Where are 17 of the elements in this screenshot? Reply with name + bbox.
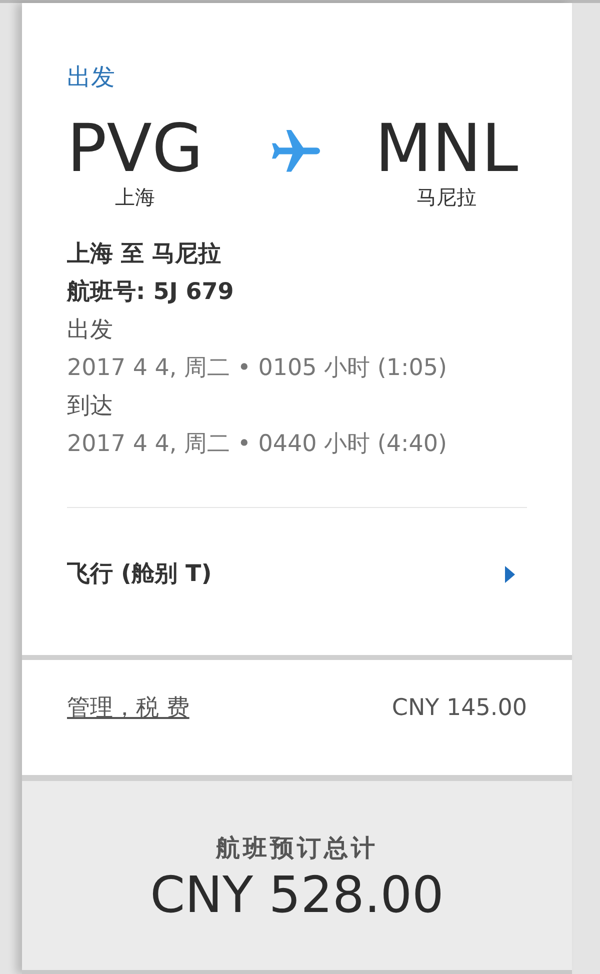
flight-details-toggle[interactable]: 飞行 (舱别 T) — [67, 555, 527, 593]
time-label: 出发 — [67, 316, 113, 345]
datetime-text: 2017 4 4, 周二 • 0105 小时 (1:05) — [67, 354, 447, 383]
fee-amount: CNY 145.00 — [392, 694, 527, 723]
total-label: 航班预订总计 — [216, 833, 378, 864]
city-name: 马尼拉 — [416, 185, 477, 209]
city-name: 上海 — [115, 185, 156, 209]
total-amount: CNY 528.00 — [150, 867, 444, 923]
time-label: 到达 — [67, 392, 113, 421]
flight-number: 航班号: 5J 679 — [67, 278, 234, 307]
airplane-icon — [272, 130, 320, 174]
fees-link[interactable]: 管理，税 费 — [67, 689, 190, 727]
airport-code: PVG — [67, 116, 204, 182]
datetime-text: 2017 4 4, 周二 • 0440 小时 (4:40) — [67, 430, 447, 459]
direction-label: 出发 — [67, 62, 115, 92]
airport-code: MNL — [375, 116, 518, 182]
route-title: 上海 至 马尼拉 — [67, 240, 222, 269]
